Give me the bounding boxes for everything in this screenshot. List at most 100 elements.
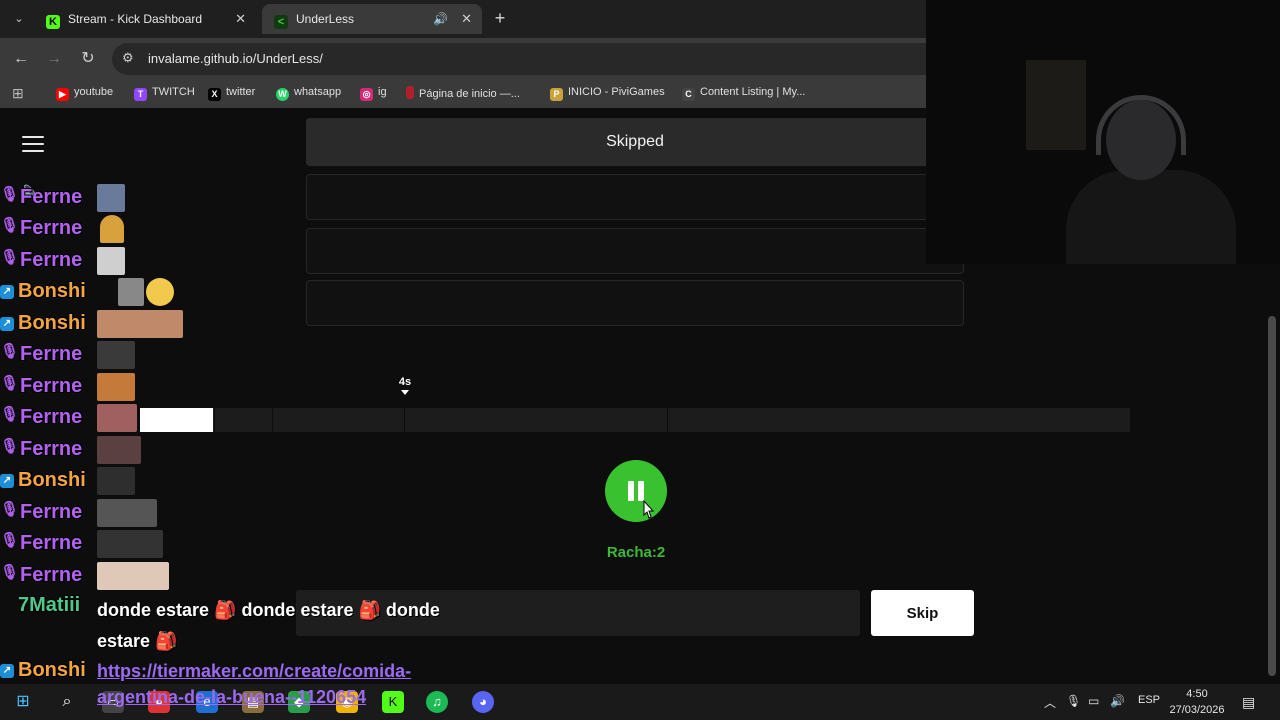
chat-link[interactable]: argentina-de-la-buena--1120654: [97, 687, 366, 708]
bookmark-label: INICIO - PiviGames: [568, 86, 665, 98]
apps-grid-icon[interactable]: ⊞: [12, 85, 24, 102]
boost-badge-icon: ↗: [0, 285, 14, 299]
emote: [97, 404, 137, 432]
mic-badge-icon: 🎙: [0, 249, 20, 266]
discord-icon[interactable]: ◕: [472, 691, 494, 713]
mic-badge-icon: 🎙: [0, 217, 20, 234]
chat-username: Ferrne: [20, 564, 83, 586]
whatsapp-icon: W: [276, 88, 289, 101]
chat-username: Ferrne: [20, 217, 83, 239]
notifications-icon[interactable]: ▤: [1242, 694, 1255, 711]
emote: [97, 341, 135, 369]
emote: [97, 184, 125, 212]
emote: [97, 373, 135, 401]
bookmark-label: ig: [378, 86, 387, 98]
time-marker: 4s: [394, 376, 416, 395]
omnibox[interactable]: ⚙ invalame.github.io/UnderLess/: [112, 43, 1012, 75]
speaker-icon[interactable]: 🔊: [433, 4, 448, 34]
chat-username: 7Matiii: [18, 594, 81, 616]
chat-username: Bonshi: [18, 312, 86, 334]
emote: [97, 467, 135, 495]
progress-segment-divider: [404, 408, 405, 432]
bookmark-twitch[interactable]: T TWITCH: [134, 86, 195, 101]
windows-taskbar: ⊞ ⌕ ▭ ● e ▤ ◆ ◉ K ♫ ◕ argentina-de-la-bu…: [0, 684, 1280, 720]
bookmark-youtube[interactable]: ▶ youtube: [56, 86, 113, 101]
system-clock[interactable]: 4:50 27/03/2026: [1162, 686, 1232, 718]
webcam-background: [1026, 60, 1086, 150]
emote: [100, 215, 124, 243]
pivigames-icon: P: [550, 88, 563, 101]
mic-badge-icon: 🎙: [0, 438, 20, 455]
x-twitter-icon: X: [208, 88, 221, 101]
chat-username: Ferrne: [20, 438, 83, 460]
tab-kick-dashboard[interactable]: K Stream - Kick Dashboard ✕: [34, 4, 256, 34]
guess-slot-2: [306, 174, 964, 220]
tab-label: Stream - Kick Dashboard: [68, 12, 203, 26]
tab-underless[interactable]: < UnderLess 🔊 ✕: [262, 4, 482, 34]
spotify-icon[interactable]: ♫: [426, 691, 448, 713]
tab-list-chevron-icon[interactable]: ⌄: [8, 8, 30, 30]
volume-tray-icon[interactable]: 🔊: [1110, 694, 1125, 708]
page-scrollbar[interactable]: [1268, 316, 1276, 676]
language-indicator[interactable]: ESP: [1138, 694, 1160, 706]
bookmark-pivigames[interactable]: P INICIO - PiviGames: [550, 86, 665, 101]
chat-link[interactable]: https://tiermaker.com/create/comida-: [97, 661, 411, 682]
bookmark-label: Página de inicio —...: [419, 88, 520, 100]
instagram-icon: ◎: [360, 88, 373, 101]
progress-segment-divider: [667, 408, 668, 432]
windows-start-icon[interactable]: ⊞: [12, 691, 34, 713]
chat-username: Ferrne: [20, 343, 83, 365]
emote: [97, 499, 157, 527]
forward-arrow-icon[interactable]: →: [43, 48, 65, 70]
site-settings-icon[interactable]: ⚙: [122, 50, 134, 66]
network-icon[interactable]: ▭: [1088, 694, 1099, 708]
bookmark-label: youtube: [74, 86, 114, 98]
guess-slot-3: [306, 228, 964, 274]
bookmark-label: TWITCH: [152, 86, 195, 98]
bookmark-whatsapp[interactable]: Wwhatsapp: [276, 86, 341, 101]
tray-overflow-icon[interactable]: ︿: [1044, 694, 1056, 711]
microphone-icon[interactable]: 🎙: [1066, 694, 1081, 708]
mic-badge-icon: 🎙: [0, 343, 20, 360]
progress-segment-divider: [214, 408, 215, 432]
hamburger-menu-icon[interactable]: [22, 136, 44, 157]
new-tab-button[interactable]: +: [490, 8, 510, 30]
webcam-overlay: [926, 0, 1280, 264]
mic-badge-icon: 🎙: [0, 501, 20, 518]
pause-button[interactable]: [605, 460, 667, 522]
search-icon[interactable]: ⌕: [56, 691, 78, 713]
url-text[interactable]: invalame.github.io/UnderLess/: [148, 51, 323, 66]
underless-favicon-icon: <: [274, 15, 288, 29]
chat-username: Ferrne: [20, 532, 83, 554]
back-arrow-icon[interactable]: ←: [10, 48, 32, 70]
guess-slot-4: [306, 280, 964, 326]
progress-segment-divider: [272, 408, 273, 432]
mic-badge-icon: 🎙: [0, 186, 20, 203]
chat-username: Bonshi: [18, 280, 86, 302]
playback-progress-bar[interactable]: [140, 408, 1130, 432]
boost-badge-icon: ↗: [0, 474, 14, 488]
bookmark-label: twitter: [226, 86, 256, 98]
chat-username: Ferrne: [20, 501, 83, 523]
bookmark-netflix[interactable]: Página de inicio —...: [406, 86, 520, 100]
emote: [97, 247, 125, 275]
close-tab-icon[interactable]: ✕: [235, 4, 246, 34]
clock-time: 4:50: [1186, 688, 1208, 700]
emote: [97, 562, 169, 590]
emote: [97, 436, 141, 464]
bookmark-twitter[interactable]: Xtwitter: [208, 86, 255, 101]
mic-badge-icon: 🎙: [0, 406, 20, 423]
netflix-icon: [406, 86, 414, 99]
boost-badge-icon: ↗: [0, 664, 14, 678]
bookmark-ig[interactable]: ◎ ig: [360, 86, 387, 101]
mic-badge-icon: 🎙: [0, 532, 20, 549]
boost-badge-icon: ↗: [0, 317, 14, 331]
mouse-cursor-icon: [643, 500, 655, 519]
kick-icon[interactable]: K: [382, 691, 404, 713]
kick-favicon-icon: K: [46, 15, 60, 29]
close-tab-icon[interactable]: ✕: [461, 4, 472, 34]
bookmark-content-listing[interactable]: C Content Listing | My...: [682, 86, 805, 101]
reload-icon[interactable]: ↻: [77, 48, 99, 70]
time-marker-label: 4s: [398, 376, 412, 388]
skip-button[interactable]: Skip: [871, 590, 974, 636]
